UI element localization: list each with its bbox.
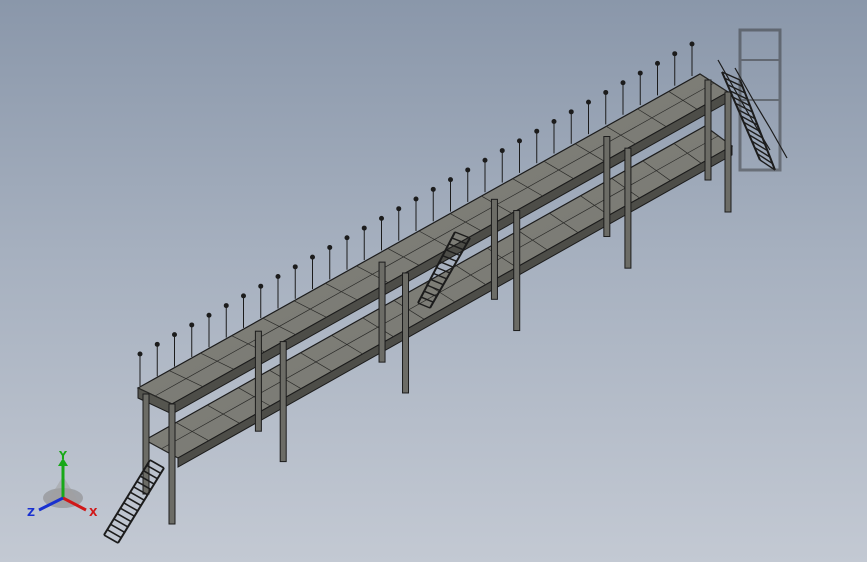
post-finial	[551, 119, 557, 124]
column	[279, 341, 287, 463]
post-finial	[517, 138, 522, 144]
background-frame	[738, 28, 782, 172]
post-finial	[396, 206, 402, 212]
post-finial	[292, 264, 298, 270]
post-finial	[154, 341, 160, 347]
post-finial	[413, 196, 419, 202]
model-render[interactable]	[0, 0, 867, 562]
post-finial	[361, 225, 367, 231]
z-label: Z	[27, 506, 35, 519]
post-finial	[689, 41, 695, 47]
post-finial	[379, 215, 384, 221]
post-finial	[655, 60, 660, 66]
post-finial	[258, 283, 264, 289]
post-finial	[137, 351, 143, 357]
post-finial	[603, 89, 609, 95]
column	[254, 330, 262, 432]
x-label: X	[89, 506, 98, 519]
post-finial	[568, 109, 574, 115]
post-finial	[344, 235, 350, 241]
left-staircase	[103, 459, 165, 544]
post-finial	[482, 157, 488, 163]
column	[624, 147, 632, 269]
post-finial	[672, 51, 678, 57]
column	[402, 272, 410, 394]
post-finial	[430, 186, 436, 192]
y-label: Y	[58, 449, 68, 462]
column	[603, 136, 611, 238]
post-finial	[189, 322, 195, 328]
post-finial	[327, 244, 333, 250]
post-finial	[499, 148, 505, 154]
column	[168, 403, 176, 525]
post-finial	[275, 274, 281, 279]
column	[704, 79, 712, 181]
column	[490, 198, 498, 300]
post-finial	[620, 80, 626, 86]
post-finial	[241, 293, 246, 299]
column	[724, 91, 732, 213]
lower-deck	[143, 125, 734, 468]
post-finial	[172, 332, 177, 338]
graphics-viewport[interactable]: Y X Z	[0, 0, 867, 562]
post-finial	[637, 70, 643, 76]
post-finial	[223, 303, 229, 309]
column	[513, 210, 521, 332]
column	[378, 261, 386, 363]
post-finial	[534, 128, 540, 134]
post-finial	[310, 254, 315, 260]
orientation-triad-icon[interactable]: Y X Z	[22, 446, 108, 526]
post-finial	[586, 99, 591, 105]
post-finial	[465, 167, 471, 173]
post-finial	[206, 312, 212, 318]
post-finial	[448, 177, 453, 183]
